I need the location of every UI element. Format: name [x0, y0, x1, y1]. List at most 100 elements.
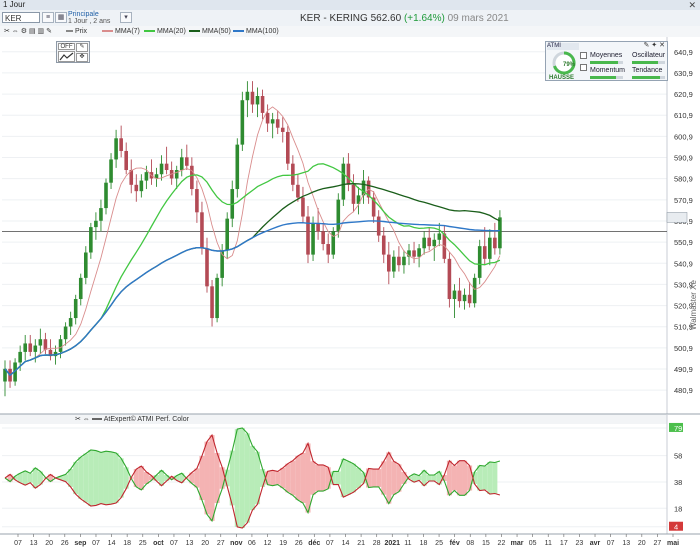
oscillator-zone [270, 470, 276, 486]
chart-title: KER - KERING 562.60 (+1.64%) 09 mars 202… [300, 13, 509, 24]
time-tick-label: oct [153, 540, 164, 547]
legend-mma50[interactable]: MMA(50) [189, 26, 231, 37]
candle-body [185, 157, 189, 166]
candle-body [301, 197, 305, 217]
close-icon[interactable]: ✕ [688, 0, 696, 10]
chart-area[interactable]: 640,9 630,9 620,9 610,9 600,9 590,9 580,9 570,9… [0, 37, 700, 549]
candle-body [392, 256, 396, 272]
candle-body [437, 233, 442, 240]
candle-body [225, 218, 229, 251]
candle-body [33, 345, 38, 352]
candle [331, 227, 336, 259]
candle-body [265, 112, 270, 124]
atmi-controls-icon[interactable]: ✎ ✦ ✕ [644, 42, 666, 50]
candle-body [205, 248, 209, 287]
oscillator-title: AtExpert© ATMI Perf. Color [103, 416, 189, 423]
mma20-swatch-icon [144, 30, 155, 33]
candle-body [341, 163, 346, 200]
indicator-oscillateur-bar [632, 61, 665, 64]
trendline-tool-icon[interactable] [58, 51, 75, 62]
candle-body [164, 163, 169, 171]
oscillator-zone [204, 441, 210, 515]
candle-body [18, 351, 22, 363]
candle-body [306, 216, 310, 255]
price-tick-label: 640,9 [674, 48, 693, 57]
magnet-tool-icon[interactable]: ✥ [76, 53, 88, 62]
candle-body [144, 172, 149, 181]
time-tick-label: 08 [466, 540, 474, 547]
oscillator-zone [487, 461, 493, 495]
legend-prix[interactable]: Prix [66, 26, 87, 37]
oscillator-zone [426, 475, 432, 481]
oscillator-zone [325, 467, 331, 489]
legend-mma100[interactable]: MMA(100) [233, 26, 279, 37]
time-tick-label: 05 [529, 540, 537, 547]
oscillator-zone [78, 457, 84, 499]
oscillator-zone [477, 465, 483, 491]
atmi-checkbox-2[interactable] [580, 64, 587, 71]
time-tick-label: 15 [482, 540, 490, 547]
candle-body [427, 237, 431, 247]
atmi-checkbox-1[interactable] [580, 52, 587, 59]
oscillator-zone [219, 467, 225, 489]
price-tick-label: 550,9 [674, 238, 693, 247]
time-tick-label: 20 [201, 540, 209, 547]
symbol-input[interactable]: KER [2, 12, 40, 23]
oscillator-zone [315, 464, 321, 492]
text-tool-icon[interactable]: ✎ [76, 43, 88, 52]
candle-body [376, 216, 381, 236]
candle-body [23, 343, 27, 352]
time-tick-label: 28 [373, 540, 381, 547]
candle-body [78, 277, 83, 300]
oscillator-zone [295, 455, 301, 501]
indicator-oscillateur-label: Oscillateur [632, 52, 666, 59]
template-selector[interactable]: Principale 1 Jour , 2 ans [68, 11, 110, 25]
candle-body [286, 131, 290, 164]
oscillator-zone [199, 455, 205, 501]
legend-mma7[interactable]: MMA(7) [102, 26, 140, 37]
atmi-gauge-value: 79% [563, 62, 576, 68]
template-dropdown-icon[interactable]: ▾ [120, 12, 132, 23]
window-title: 1 Jour [3, 0, 26, 9]
off-toggle-button[interactable]: OFF [58, 43, 75, 50]
oscillator-zone [27, 473, 33, 483]
mma100-swatch-icon [233, 30, 244, 33]
time-tick-label: 07 [14, 540, 22, 547]
candle [472, 273, 477, 308]
price-tick-label: 500,9 [674, 344, 693, 353]
time-tick-label: 13 [186, 540, 194, 547]
oscillator-zone [103, 451, 109, 505]
legend-mma20[interactable]: MMA(20) [144, 26, 186, 37]
time-tick-label: 06 [248, 540, 256, 547]
candle [240, 91, 245, 151]
candle-body [43, 339, 48, 350]
candle-body [387, 254, 391, 272]
oscillator-tools-icon[interactable]: ✂ ⇔ [75, 416, 92, 423]
last-price-box [666, 212, 688, 223]
oscillator-zone [275, 471, 281, 485]
grid-icon[interactable]: ▦ [55, 12, 67, 23]
oscillator-zone [431, 475, 437, 481]
oscillator-zone [93, 450, 99, 506]
candle-body [432, 239, 437, 247]
time-tick-label: 07 [92, 540, 100, 547]
candle-body [488, 237, 492, 259]
legend-mma50-label: MMA(50) [202, 28, 231, 35]
candle-body [326, 244, 330, 255]
toolbar-small-icons[interactable]: ✂ ⇔ ⚙ ▤ ▥ ✎ [4, 26, 52, 37]
oscillator-zone [320, 464, 326, 492]
candle-body [200, 212, 204, 249]
time-tick-label: 19 [279, 540, 287, 547]
candle-body [139, 180, 144, 192]
candle-body [412, 250, 416, 257]
time-tick-label: 26 [61, 540, 69, 547]
candle-body [99, 208, 103, 221]
candle-body [472, 277, 477, 304]
candle-body [104, 182, 108, 209]
time-tick-label: 07 [326, 540, 334, 547]
symbol-list-icon[interactable]: ≡ [42, 12, 54, 23]
side-vertical-label: Walmaster Xe [689, 280, 698, 330]
oscillator-zone [386, 452, 392, 504]
price-tick-label: 490,9 [674, 365, 693, 374]
price-tick-label: 600,9 [674, 132, 693, 141]
